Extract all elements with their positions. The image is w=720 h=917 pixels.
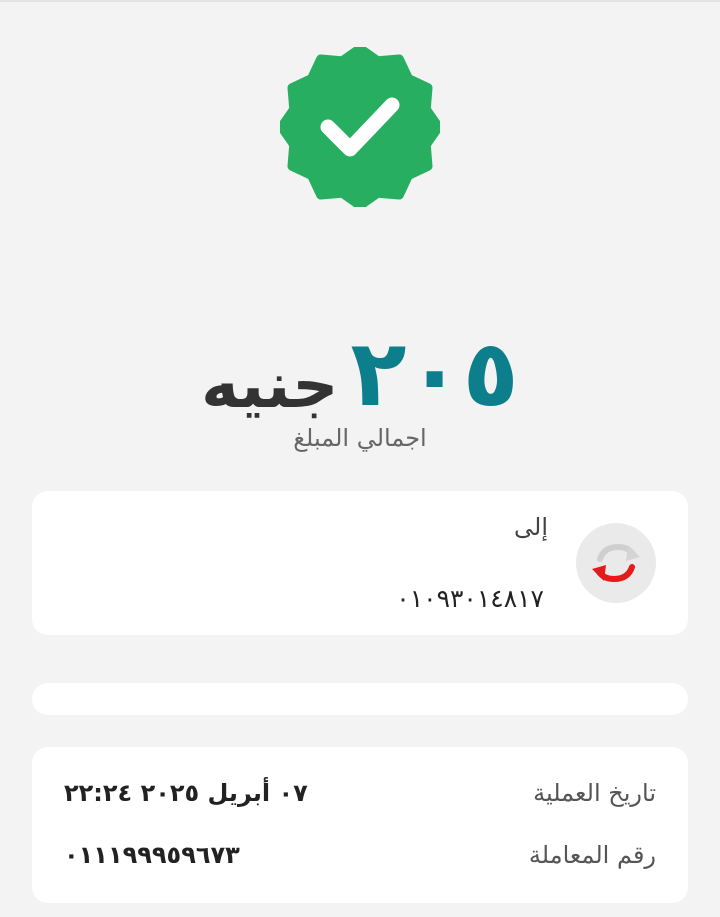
amount-caption: اجمالي المبلغ — [293, 424, 427, 452]
recipient-number: ٠١٠٩٣٠١٤٨١٧ — [396, 584, 544, 613]
transaction-id-label: رقم المعاملة — [528, 841, 656, 869]
recipient-card: إلى ٠١٠٩٣٠١٤٨١٧ — [32, 491, 688, 635]
transaction-date-label: تاريخ العملية — [533, 779, 656, 807]
recipient-label: إلى — [514, 513, 548, 541]
total-amount: ٢٠٥ جنيه — [0, 320, 720, 420]
transaction-receipt-screen: ٢٠٥ جنيه اجمالي المبلغ إلى ٠١٠٩٣٠١٤٨١٧ ٠… — [0, 0, 720, 917]
transaction-id-value: ٠١١١٩٩٩٥٩٦٧٣ — [64, 841, 240, 869]
transaction-id-row: ٠١١١٩٩٩٥٩٦٧٣ رقم المعاملة — [64, 837, 656, 873]
success-check-badge-icon — [277, 44, 443, 210]
transaction-date-value: ٠٧ أبريل ٢٠٢٥ ٢٢:٢٤ — [64, 779, 308, 807]
amount-currency: جنيه — [201, 349, 339, 423]
transfer-arrows-icon — [576, 523, 656, 603]
amount-value: ٢٠٥ — [350, 320, 519, 427]
empty-card — [32, 683, 688, 715]
transaction-details-card: ٠٧ أبريل ٢٠٢٥ ٢٢:٢٤ تاريخ العملية ٠١١١٩٩… — [32, 747, 688, 903]
transaction-date-row: ٠٧ أبريل ٢٠٢٥ ٢٢:٢٤ تاريخ العملية — [64, 775, 656, 811]
